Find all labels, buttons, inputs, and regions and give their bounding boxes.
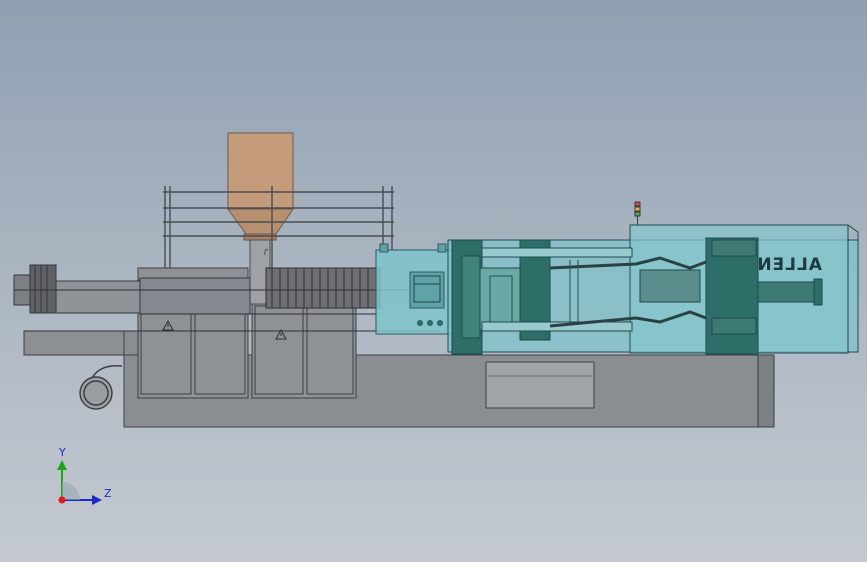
cooling-pipe bbox=[79, 365, 123, 410]
barrel-heater bbox=[265, 267, 381, 309]
base-access-panel bbox=[485, 361, 595, 409]
y-axis-label: Y bbox=[58, 446, 66, 459]
hopper bbox=[227, 132, 294, 241]
triad-origin-icon bbox=[58, 496, 66, 504]
z-axis-label: Z bbox=[104, 487, 112, 500]
cad-viewport[interactable]: ALLEN Y Z bbox=[0, 0, 867, 562]
clamp-unit bbox=[447, 224, 859, 355]
brand-label: ALLEN bbox=[756, 255, 822, 275]
nozzle-guard bbox=[375, 243, 455, 335]
y-arrow-head-icon bbox=[57, 460, 67, 470]
z-arrow-head-icon bbox=[92, 495, 102, 505]
axis-triad: Y Z bbox=[57, 446, 112, 505]
triad-plane bbox=[62, 482, 80, 500]
injection-molding-machine-drawing: ALLEN Y Z bbox=[13, 132, 859, 505]
signal-tower-icon bbox=[634, 201, 641, 225]
